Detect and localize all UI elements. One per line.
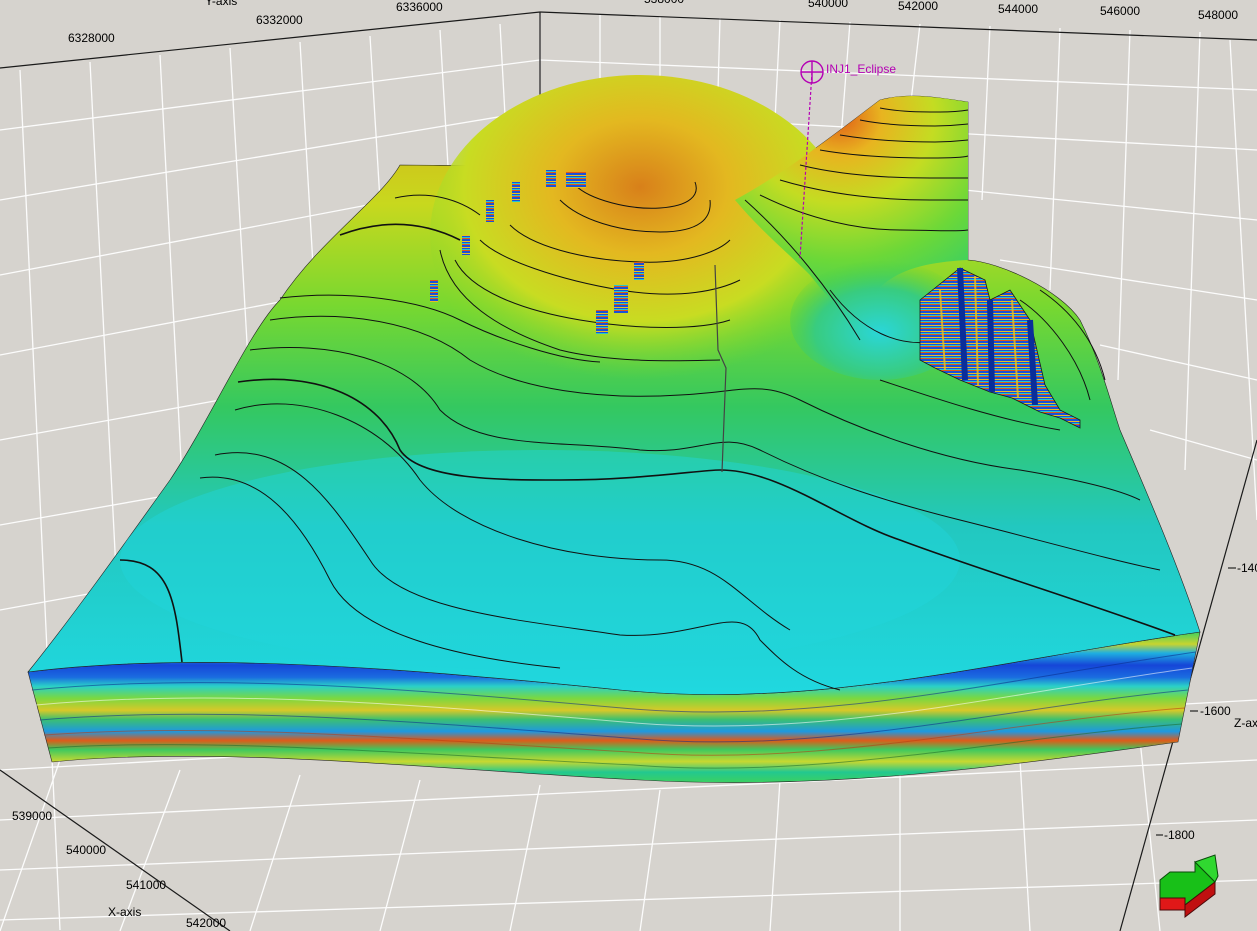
top-tick-3: 6336000 bbox=[396, 0, 443, 14]
top-tick-2: 6332000 bbox=[256, 13, 303, 27]
x-axis: 539000 540000 541000 X-axis 542000 bbox=[12, 809, 226, 930]
y-axis-label: Y-axis bbox=[205, 0, 237, 8]
top-tick-9: 548000 bbox=[1198, 8, 1238, 22]
z-axis-label: Z-axis bbox=[1234, 716, 1257, 730]
top-tick-4: 538000 bbox=[644, 0, 684, 6]
z-tick-3: -1800 bbox=[1164, 828, 1195, 842]
top-tick-8: 546000 bbox=[1100, 4, 1140, 18]
top-tick-5: 540000 bbox=[808, 0, 848, 10]
x-tick-1: 539000 bbox=[12, 809, 52, 823]
top-axis: Y-axis 6328000 6332000 6336000 538000 54… bbox=[68, 0, 1238, 45]
top-tick-1: 6328000 bbox=[68, 31, 115, 45]
top-tick-6: 542000 bbox=[898, 0, 938, 13]
z-tick-2: -1600 bbox=[1200, 704, 1231, 718]
orientation-arrow-icon[interactable] bbox=[1159, 854, 1219, 919]
reservoir-scene[interactable]: INJ1_Eclipse Y-axis 6328000 6332000 6336… bbox=[0, 0, 1257, 931]
x-tick-2: 540000 bbox=[66, 843, 106, 857]
3d-viewport[interactable]: INJ1_Eclipse Y-axis 6328000 6332000 6336… bbox=[0, 0, 1257, 931]
well-label: INJ1_Eclipse bbox=[826, 62, 896, 76]
x-axis-label: X-axis bbox=[108, 905, 141, 919]
well-head-icon[interactable] bbox=[800, 60, 824, 84]
top-tick-7: 544000 bbox=[998, 2, 1038, 16]
z-tick-1: -1400 bbox=[1237, 561, 1257, 575]
low-basin bbox=[120, 450, 960, 670]
x-tick-4: 542000 bbox=[186, 916, 226, 930]
x-tick-3: 541000 bbox=[126, 878, 166, 892]
